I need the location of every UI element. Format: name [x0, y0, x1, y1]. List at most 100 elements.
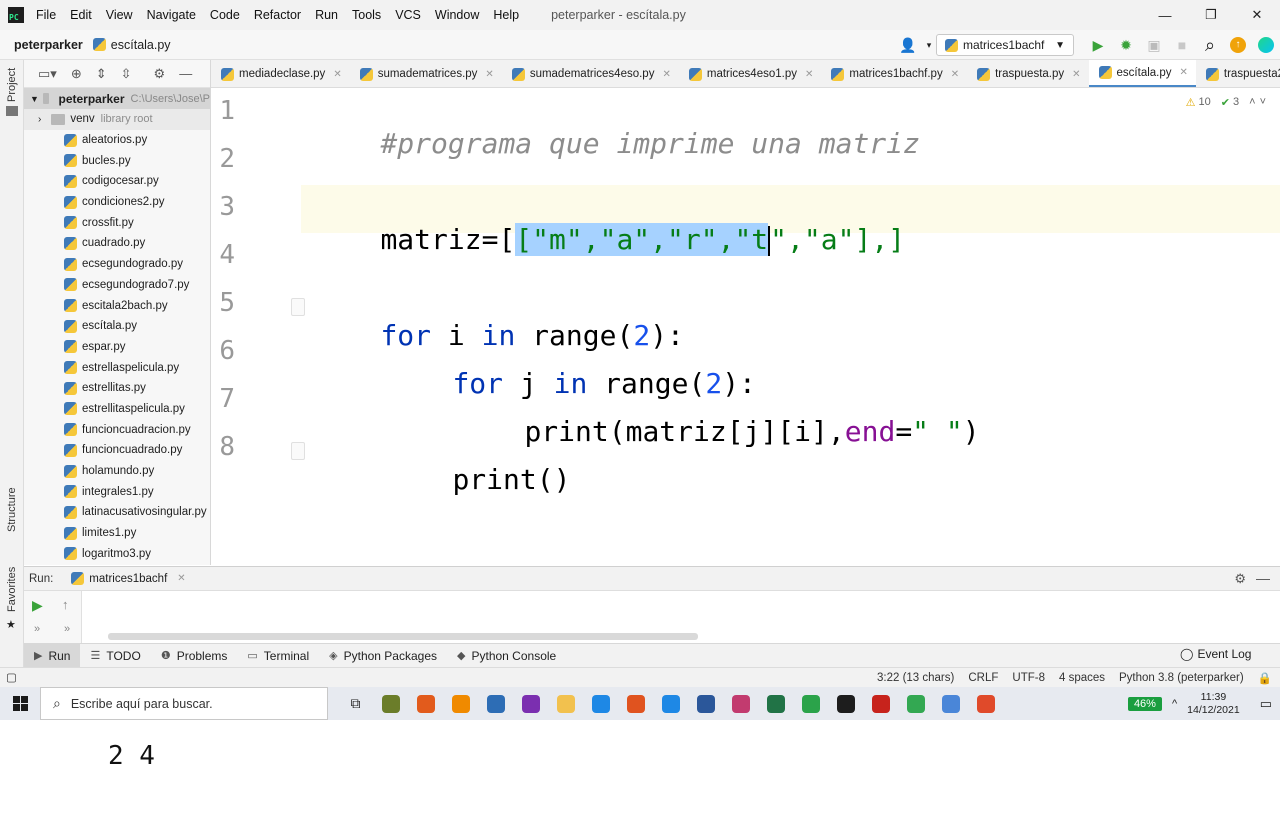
taskbar-app-icon[interactable] — [828, 687, 863, 720]
taskbar-app-icon[interactable] — [968, 687, 1003, 720]
breadcrumb-project[interactable]: peterparker — [14, 38, 83, 52]
user-icon[interactable]: 👤 — [894, 32, 922, 58]
tool-window-button[interactable]: ◆ Python Console — [447, 644, 566, 668]
close-icon[interactable]: ✕ — [1072, 69, 1080, 80]
editor-vertical-scrollbar[interactable] — [1266, 88, 1280, 540]
menu-refactor[interactable]: Refactor — [254, 8, 301, 22]
tool-window-button[interactable]: ☰ TODO — [80, 644, 150, 668]
output-horizontal-scrollbar[interactable] — [108, 633, 698, 640]
project-view-icon[interactable]: ▭▾ — [38, 66, 57, 82]
update-icon[interactable]: ↑ — [1224, 32, 1252, 58]
taskbar-app-icon[interactable] — [653, 687, 688, 720]
locate-icon[interactable]: ⊕ — [71, 66, 82, 82]
close-icon[interactable]: ✕ — [333, 69, 341, 80]
taskbar-app-icon[interactable] — [408, 687, 443, 720]
taskbar-app-icon[interactable] — [933, 687, 968, 720]
tree-item-file[interactable]: funcioncuadracion.py — [24, 419, 210, 440]
settings-gear-icon[interactable]: ⚙ — [1234, 571, 1246, 587]
tree-item-file[interactable]: latinacusativosingular.py — [24, 502, 210, 523]
tree-item-file[interactable]: escítala.py — [24, 316, 210, 337]
taskbar-app-icon[interactable] — [793, 687, 828, 720]
task-view-icon[interactable]: ⧉ — [338, 687, 373, 720]
tree-item-file[interactable]: cuadrado.py — [24, 233, 210, 254]
collapse-all-icon[interactable]: ⇳ — [121, 66, 132, 82]
hide-icon[interactable]: — — [1256, 570, 1270, 586]
run-tab[interactable]: matrices1bachf ✕ — [71, 572, 186, 585]
taskbar-app-icon[interactable] — [478, 687, 513, 720]
tool-window-button[interactable]: ◈ Python Packages — [319, 644, 447, 668]
taskbar-app-icon[interactable] — [443, 687, 478, 720]
menu-window[interactable]: Window — [435, 8, 479, 22]
fold-marker-icon[interactable] — [291, 298, 305, 316]
arrow-up-icon[interactable]: ↑ — [62, 597, 69, 612]
editor-tab[interactable]: sumadematrices4eso.py ✕ — [502, 60, 679, 87]
stop-button[interactable]: ■ — [1168, 32, 1196, 58]
notification-icon[interactable]: ▭ — [1260, 696, 1272, 712]
debug-button[interactable]: ✹ — [1112, 32, 1140, 58]
caret-position[interactable]: 3:22 (13 chars) — [877, 672, 954, 684]
tool-window-button[interactable]: ▭ Terminal — [237, 644, 319, 668]
editor-tab[interactable]: escítala.py ✕ — [1088, 60, 1196, 87]
more-icon[interactable]: » — [34, 623, 40, 635]
close-icon[interactable]: ✕ — [177, 573, 185, 584]
tree-root[interactable]: ▼ peterparker C:\Users\Jose\P — [24, 88, 210, 109]
editor-tab[interactable]: traspuesta2bach — [1196, 60, 1280, 87]
close-icon[interactable]: ✕ — [951, 69, 959, 80]
windows-start-button[interactable] — [0, 687, 40, 720]
menu-navigate[interactable]: Navigate — [147, 8, 196, 22]
tree-item-file[interactable]: ecsegundogrado7.py — [24, 275, 210, 296]
favorites-tool-button[interactable]: Favorites — [6, 567, 18, 612]
hide-icon[interactable]: — — [179, 66, 192, 81]
tree-item-file[interactable]: codigocesar.py — [24, 171, 210, 192]
editor-tab[interactable]: traspuesta.py ✕ — [967, 60, 1088, 87]
tree-item-file[interactable]: crossfit.py — [24, 212, 210, 233]
close-icon[interactable]: ✕ — [662, 69, 670, 80]
editor-tab[interactable]: matrices4eso1.py ✕ — [679, 60, 822, 87]
menu-view[interactable]: View — [106, 8, 133, 22]
code-editor[interactable]: 1 2 3 4 5 6 7 8 #programa que imprime un… — [211, 88, 1280, 540]
settings-gear-icon[interactable]: ⚙ — [154, 66, 166, 82]
editor-tab[interactable]: sumadematrices.py ✕ — [350, 60, 502, 87]
taskbar-app-icon[interactable] — [688, 687, 723, 720]
taskbar-app-icon[interactable] — [548, 687, 583, 720]
taskbar-app-icon[interactable] — [583, 687, 618, 720]
chevron-up-icon[interactable]: ˄ — [1249, 96, 1255, 109]
close-icon[interactable]: ✕ — [1180, 67, 1188, 78]
close-icon[interactable]: ✕ — [485, 69, 493, 80]
line-separator[interactable]: CRLF — [968, 672, 998, 684]
taskbar-app-icon[interactable] — [863, 687, 898, 720]
tree-item-file[interactable]: logaritmo3.py — [24, 543, 210, 564]
coverage-icon[interactable]: ▣ — [1140, 32, 1168, 58]
tree-item-venv[interactable]: › venv library root — [24, 109, 210, 130]
taskbar-app-icon[interactable] — [373, 687, 408, 720]
editor-tab[interactable]: matrices1bachf.py ✕ — [821, 60, 967, 87]
editor-tab[interactable]: mediadeclase.py ✕ — [211, 60, 350, 87]
jetbrains-toolbox-icon[interactable] — [1252, 32, 1280, 58]
close-icon[interactable]: ✕ — [805, 69, 813, 80]
tree-item-file[interactable]: estrellaspelicula.py — [24, 357, 210, 378]
tool-window-button[interactable]: ▶ Run — [24, 643, 81, 668]
tree-item-file[interactable]: espar.py — [24, 337, 210, 358]
file-encoding[interactable]: UTF-8 — [1012, 672, 1045, 684]
menu-file[interactable]: File — [36, 8, 56, 22]
tool-window-button[interactable]: ❶ Problems — [151, 644, 238, 668]
tree-item-file[interactable]: estrellitaspelicula.py — [24, 399, 210, 420]
run-configuration-select[interactable]: matrices1bachf ▼ — [936, 34, 1074, 56]
project-tool-button[interactable]: Project — [6, 68, 18, 102]
tree-item-file[interactable]: ecsegundogrado.py — [24, 254, 210, 275]
breadcrumb-file[interactable]: escítala.py — [92, 38, 171, 52]
tree-item-file[interactable]: aleatorios.py — [24, 130, 210, 151]
taskbar-app-icon[interactable] — [898, 687, 933, 720]
status-bar-toggle-icon[interactable]: ▢ — [6, 670, 17, 684]
more-icon[interactable]: » — [64, 623, 70, 635]
inspection-widget[interactable]: ⚠ 10 ✔ 3 ˄ ˅ — [1176, 96, 1266, 109]
tree-item-file[interactable]: escitala2bach.py — [24, 295, 210, 316]
tree-item-file[interactable]: condiciones2.py — [24, 192, 210, 213]
event-log-button[interactable]: ◯ Event Log — [1180, 647, 1251, 661]
tree-item-file[interactable]: estrellitas.py — [24, 378, 210, 399]
tray-chevron-icon[interactable]: ^ — [1172, 698, 1177, 710]
taskbar-app-icon[interactable] — [618, 687, 653, 720]
run-button[interactable]: ▶ — [1084, 32, 1112, 58]
menu-help[interactable]: Help — [493, 8, 519, 22]
tree-item-file[interactable]: funcioncuadrado.py — [24, 440, 210, 461]
